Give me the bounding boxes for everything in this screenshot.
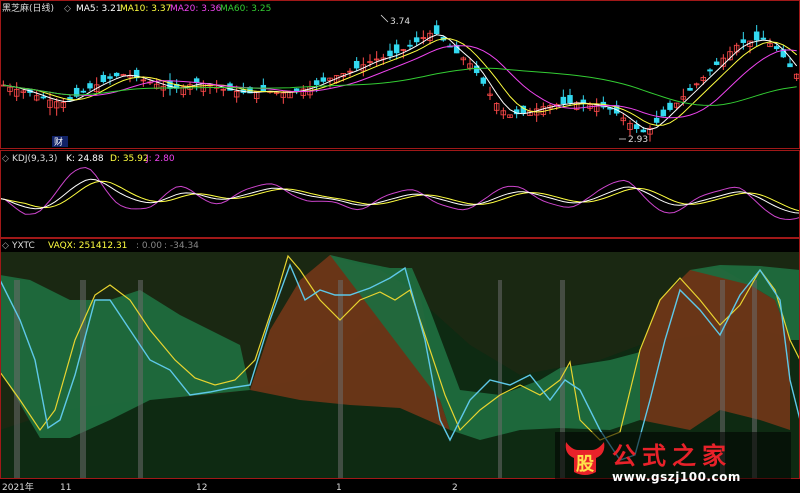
- expand-icon[interactable]: ◇: [64, 4, 71, 14]
- kdj-j-label: J: 2.80: [145, 154, 175, 164]
- kdj-settings-icon[interactable]: ◇: [2, 154, 9, 164]
- ma10-label: MA10: 3.37: [120, 4, 171, 14]
- ma5-label: MA5: 3.21: [76, 4, 122, 14]
- candle-body: [40, 96, 47, 99]
- high-price-marker: 3.74: [390, 17, 410, 27]
- candle-body: [773, 46, 780, 50]
- candle-body: [87, 83, 93, 89]
- yxtc-gray-bar: [138, 280, 143, 478]
- candle-body: [387, 50, 393, 57]
- candle-body: [787, 63, 793, 68]
- yxtc-title: YXTC: [11, 241, 35, 251]
- candle-body: [407, 44, 413, 47]
- x-tick-label: 12: [196, 483, 207, 493]
- low-price-marker: 2.93: [628, 135, 648, 145]
- yxtc-gray-bar: [80, 280, 86, 478]
- candle-body: [713, 61, 720, 65]
- candle-body: [660, 109, 667, 117]
- candle-body: [740, 39, 747, 43]
- candle-body: [667, 102, 673, 110]
- candle-body: [167, 80, 173, 89]
- candle-body: [687, 88, 693, 91]
- candle-body: [320, 77, 327, 82]
- logo-text: 股: [575, 454, 595, 475]
- candle-body: [313, 80, 320, 85]
- stock-chart: 黑芝麻(日线) ◇ MA5: 3.21 MA10: 3.37 MA20: 3.3…: [0, 0, 800, 493]
- candle-body: [640, 129, 647, 133]
- candle-body: [100, 74, 107, 83]
- candle-body: [480, 77, 487, 84]
- yxtc-value2-label: : 0.00: [136, 241, 162, 251]
- kdj-title: KDJ(9,3,3): [12, 154, 57, 164]
- x-tick-label: 1: [336, 483, 342, 493]
- kdj-k-label: K: 24.88: [66, 154, 104, 164]
- candle-body: [353, 60, 360, 69]
- chart-title: 黑芝麻(日线): [2, 2, 54, 14]
- candle-body: [107, 76, 113, 79]
- kdj-panel-header: ◇ KDJ(9,3,3) K: 24.88 D: 35.92 J: 2.80: [2, 154, 175, 164]
- candle-body: [560, 96, 567, 104]
- candle-body: [653, 117, 660, 123]
- yxtc-vaqx-label: VAQX: 251412.31: [48, 241, 127, 251]
- candle-body: [707, 69, 713, 72]
- candle-body: [413, 37, 420, 43]
- yxtc-value3-label: : -34.34: [164, 241, 199, 251]
- candle-body: [393, 44, 400, 54]
- yxtc-panel-header: ◇ YXTC VAQX: 251412.31 : 0.00 : -34.34: [2, 241, 199, 251]
- candle-body: [760, 37, 767, 40]
- watermark-title: 公式之家: [612, 442, 732, 470]
- ma20-label: MA20: 3.36: [170, 4, 222, 14]
- finance-badge-label: 财: [54, 136, 63, 148]
- x-tick-label: 11: [60, 483, 71, 493]
- candle-body: [80, 90, 87, 93]
- yxtc-gray-bar: [338, 280, 343, 478]
- yxtc-settings-icon[interactable]: ◇: [2, 241, 9, 251]
- x-tick-label: 2: [452, 483, 458, 493]
- x-tick-label: 2021年: [2, 481, 34, 493]
- candle-body: [633, 124, 640, 130]
- kdj-d-label: D: 35.92: [110, 154, 149, 164]
- candle-body: [113, 72, 120, 77]
- candle-body: [293, 88, 300, 92]
- bull-logo-icon: 股: [565, 442, 605, 475]
- ma60-label: MA60: 3.25: [220, 4, 271, 14]
- yxtc-gray-bar: [498, 280, 502, 478]
- watermark-url: www.gszj100.com: [612, 470, 741, 484]
- candle-body: [433, 25, 440, 35]
- candle-body: [567, 95, 573, 104]
- candle-body: [753, 31, 760, 41]
